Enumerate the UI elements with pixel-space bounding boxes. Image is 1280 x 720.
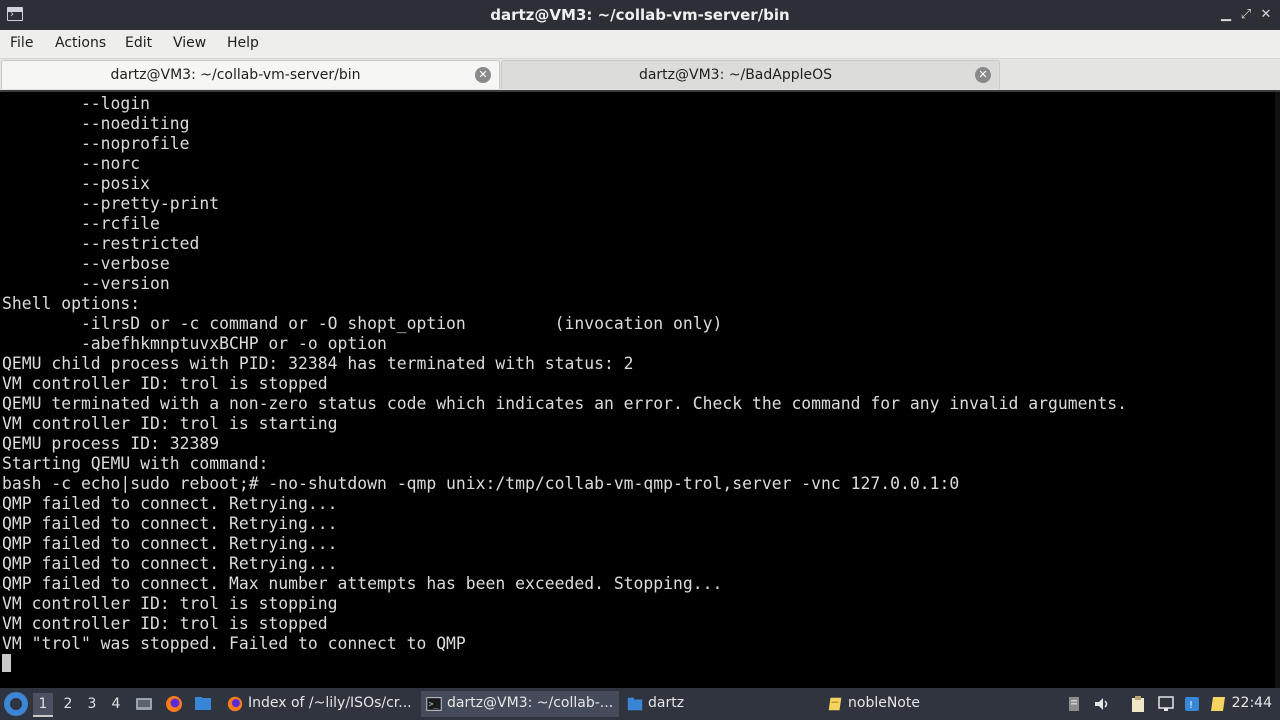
menu-help[interactable]: Help [227,35,259,51]
clock[interactable]: 22:44 [1232,695,1272,711]
tab-label: dartz@VM3: ~/collab-vm-server/bin [110,67,361,83]
window-titlebar: dartz@VM3: ~/collab-vm-server/bin ▁ ⤢ ✕ [0,0,1280,30]
menu-view[interactable]: View [173,35,206,51]
minimize-icon[interactable]: ▁ [1216,5,1236,25]
folder-icon [627,697,643,711]
maximize-icon[interactable]: ⤢ [1236,5,1256,25]
tab-badappleos[interactable]: dartz@VM3: ~/BadAppleOS ✕ [501,60,1000,89]
note-icon [828,697,842,711]
workspace-2[interactable]: 2 [58,693,78,715]
volume-icon[interactable] [1092,694,1112,714]
close-window-icon[interactable]: ✕ [1256,5,1276,25]
task-terminal[interactable]: >_ dartz@VM3: ~/collab-... [421,691,619,717]
workspace-1[interactable]: 1 [33,693,53,717]
tab-bar: dartz@VM3: ~/collab-vm-server/bin ✕ dart… [0,59,1280,90]
show-desktop-icon[interactable] [134,694,154,714]
workspace-3[interactable]: 3 [82,693,102,715]
svg-text:>_: >_ [429,699,439,709]
terminal-output[interactable]: --login --noediting --noprofile --norc -… [0,90,1280,688]
firefox-icon [227,696,243,712]
start-menu-icon[interactable] [4,692,28,716]
task-file-manager[interactable]: dartz [622,691,817,717]
workspace-4[interactable]: 4 [106,693,126,715]
task-firefox[interactable]: Index of /~lily/ISOs/cr... [222,691,415,717]
task-label: nobleNote [848,695,920,711]
menu-file[interactable]: File [10,35,33,51]
terminal-scrollbar[interactable] [1275,92,1280,688]
update-notifier-icon[interactable]: ! [1182,694,1202,714]
menu-actions[interactable]: Actions [55,35,106,51]
task-label: dartz@VM3: ~/collab-... [447,695,614,711]
tab-label: dartz@VM3: ~/BadAppleOS [638,67,833,83]
network-icon[interactable] [1156,694,1176,714]
firefox-launcher-icon[interactable] [164,694,184,714]
close-tab-icon[interactable]: ✕ [975,67,991,83]
svg-text:!: ! [1189,700,1193,711]
window-title: dartz@VM3: ~/collab-vm-server/bin [490,6,790,24]
tab-collab-vm-server[interactable]: dartz@VM3: ~/collab-vm-server/bin ✕ [1,60,500,89]
clipboard-manager-icon[interactable] [1128,694,1148,714]
terminal-icon: >_ [426,697,442,711]
task-label: Index of /~lily/ISOs/cr... [248,695,412,711]
terminal-cursor [2,654,11,672]
close-tab-icon[interactable]: ✕ [475,67,491,83]
terminal-text: --login --noediting --noprofile --norc -… [2,94,1127,653]
task-noblenote[interactable]: nobleNote [822,691,1022,717]
taskbar: 1 2 3 4 Index of /~lily/ISOs/cr... >_ da… [0,688,1280,720]
menu-bar: File Actions Edit View Help [0,30,1280,59]
sticky-note-tray-icon[interactable] [1208,694,1228,714]
clipboard-tray-icon[interactable] [1064,694,1084,714]
file-manager-launcher-icon[interactable] [193,694,213,714]
menu-edit[interactable]: Edit [125,35,152,51]
task-label: dartz [648,695,685,711]
